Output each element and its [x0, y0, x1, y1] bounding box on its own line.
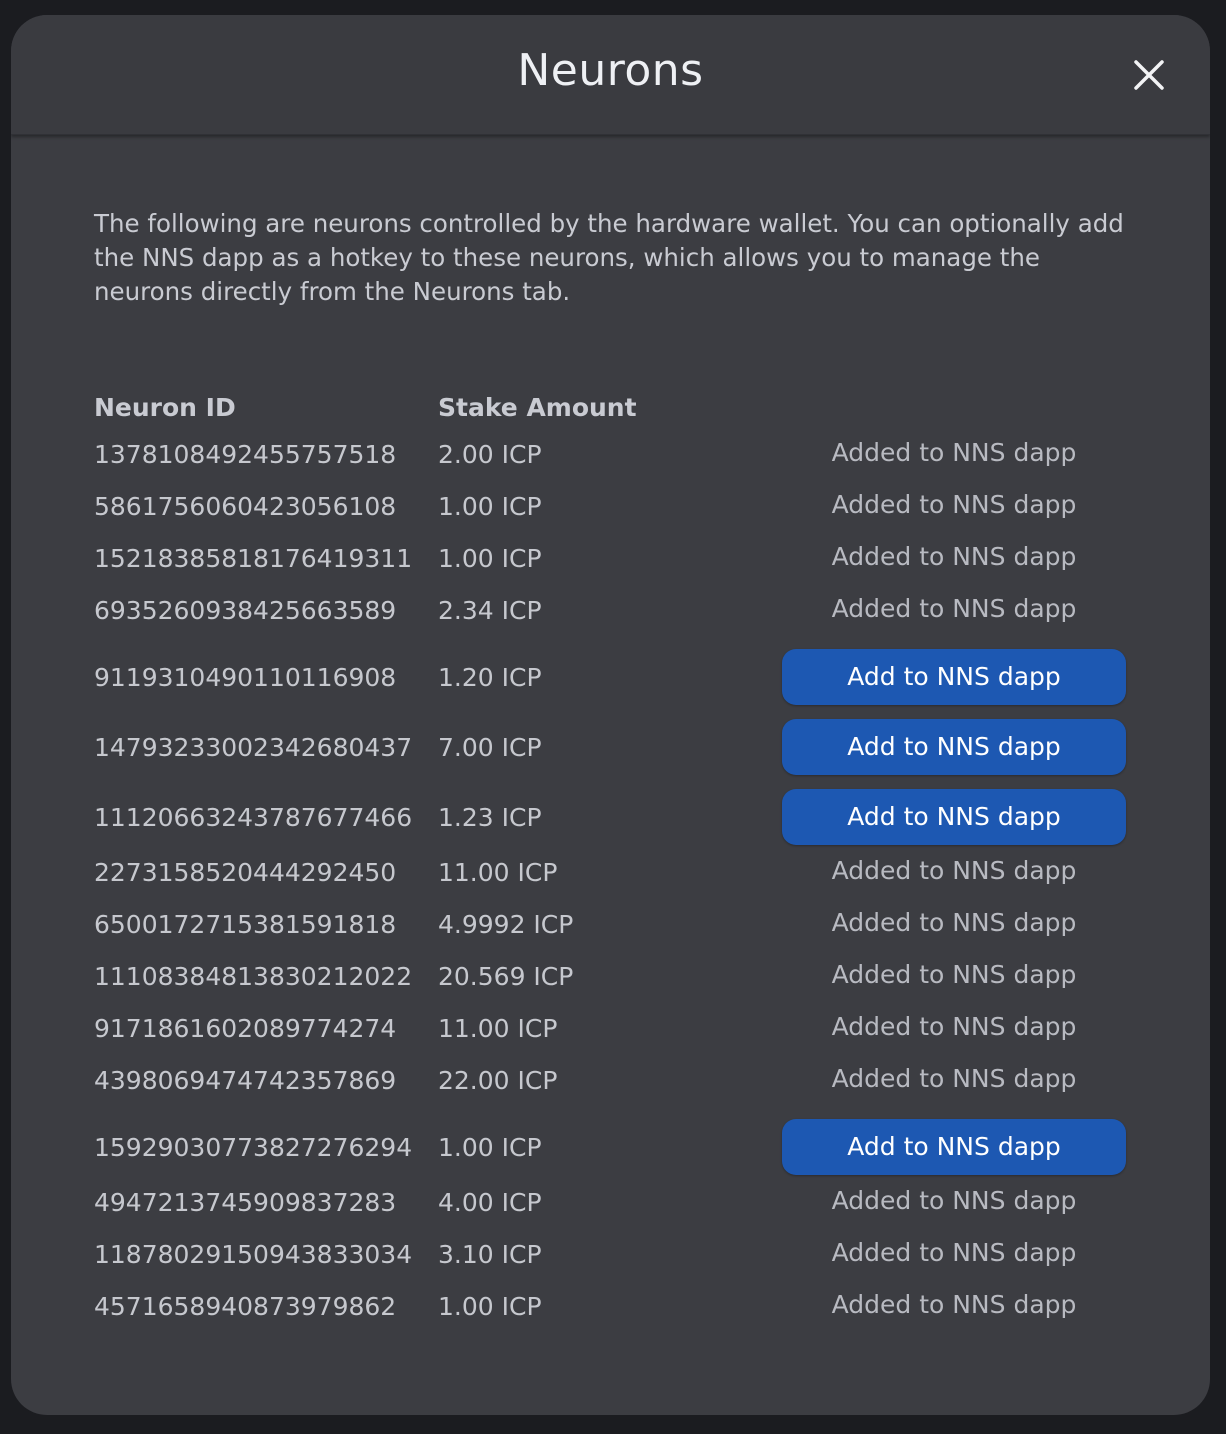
add-to-nns-dapp-button[interactable]: Add to NNS dapp: [782, 789, 1126, 845]
stake-amount-cell: 20.569 ICP: [438, 962, 574, 991]
added-status-label: Added to NNS dapp: [831, 856, 1077, 885]
added-status-label: Added to NNS dapp: [831, 1238, 1077, 1267]
modal-title: Neurons: [517, 45, 704, 96]
neuron-id-cell: 15218385818176419311: [94, 544, 413, 573]
neuron-id-cell: 14793233002342680437: [94, 733, 413, 762]
neuron-id-cell: 4947213745909837283: [94, 1188, 397, 1217]
neuron-id-cell: 6500172715381591818: [94, 910, 397, 939]
stake-amount-cell: 1.00 ICP: [438, 1292, 542, 1321]
stake-amount-cell: 4.9992 ICP: [438, 910, 574, 939]
add-to-nns-dapp-button[interactable]: Add to NNS dapp: [782, 649, 1126, 705]
added-status-label: Added to NNS dapp: [831, 1186, 1077, 1215]
added-status-label: Added to NNS dapp: [831, 542, 1077, 571]
neuron-id-cell: 1378108492455757518: [94, 440, 397, 469]
column-header-neuron-id: Neuron ID: [94, 393, 236, 422]
stake-amount-cell: 1.00 ICP: [438, 492, 542, 521]
neuron-id-cell: 11120663243787677466: [94, 803, 413, 832]
stake-amount-cell: 3.10 ICP: [438, 1240, 542, 1269]
added-status-label: Added to NNS dapp: [831, 908, 1077, 937]
stake-amount-cell: 11.00 ICP: [438, 1014, 558, 1043]
close-button[interactable]: [1125, 51, 1173, 99]
neurons-modal: Neurons The following are neurons contro…: [11, 15, 1210, 1415]
added-status-label: Added to NNS dapp: [831, 594, 1077, 623]
stake-amount-cell: 1.00 ICP: [438, 544, 542, 573]
stake-amount-cell: 22.00 ICP: [438, 1066, 558, 1095]
stake-amount-cell: 2.00 ICP: [438, 440, 542, 469]
stake-amount-cell: 1.23 ICP: [438, 803, 542, 832]
column-header-stake-amount: Stake Amount: [438, 393, 637, 422]
stake-amount-cell: 1.20 ICP: [438, 663, 542, 692]
stake-amount-cell: 7.00 ICP: [438, 733, 542, 762]
neuron-id-cell: 6935260938425663589: [94, 596, 397, 625]
stake-amount-cell: 11.00 ICP: [438, 858, 558, 887]
added-status-label: Added to NNS dapp: [831, 1012, 1077, 1041]
added-status-label: Added to NNS dapp: [831, 1290, 1077, 1319]
stake-amount-cell: 1.00 ICP: [438, 1133, 542, 1162]
neuron-id-cell: 11108384813830212022: [94, 962, 413, 991]
added-status-label: Added to NNS dapp: [831, 490, 1077, 519]
neuron-id-cell: 11878029150943833034: [94, 1240, 413, 1269]
intro-text: The following are neurons controlled by …: [94, 209, 1124, 306]
added-status-label: Added to NNS dapp: [831, 438, 1077, 467]
neuron-id-cell: 5861756060423056108: [94, 492, 397, 521]
added-status-label: Added to NNS dapp: [831, 960, 1077, 989]
neuron-id-cell: 2273158520444292450: [94, 858, 397, 887]
neuron-id-cell: 4571658940873979862: [94, 1292, 397, 1321]
add-to-nns-dapp-button[interactable]: Add to NNS dapp: [782, 1119, 1126, 1175]
neuron-id-cell: 4398069474742357869: [94, 1066, 397, 1095]
stake-amount-cell: 2.34 ICP: [438, 596, 542, 625]
neuron-id-cell: 9119310490110116908: [94, 663, 397, 692]
stake-amount-cell: 4.00 ICP: [438, 1188, 542, 1217]
neuron-id-cell: 9171861602089774274: [94, 1014, 397, 1043]
add-to-nns-dapp-button[interactable]: Add to NNS dapp: [782, 719, 1126, 775]
modal-header: Neurons: [11, 15, 1210, 135]
neuron-id-cell: 15929030773827276294: [94, 1133, 413, 1162]
close-icon: [1134, 60, 1164, 90]
added-status-label: Added to NNS dapp: [831, 1064, 1077, 1093]
